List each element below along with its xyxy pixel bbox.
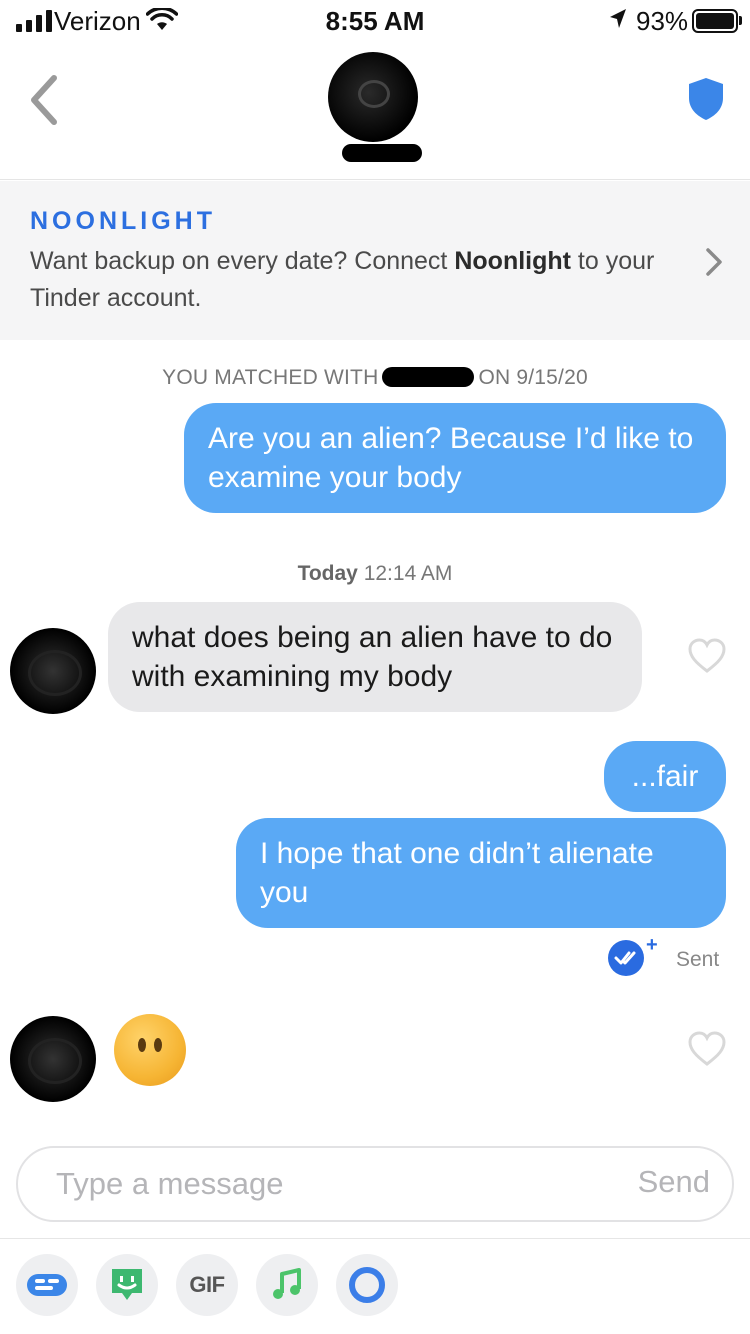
message-input[interactable] — [56, 1162, 596, 1206]
sent-status: + Sent — [608, 934, 738, 980]
noonlight-banner[interactable]: NOONLIGHT Want backup on every date? Con… — [0, 181, 750, 340]
like-heart-icon[interactable] — [687, 637, 727, 675]
like-heart-icon[interactable] — [687, 1030, 727, 1068]
redacted-name — [382, 367, 475, 387]
match-date-line: YOU MATCHED WITH ON 9/15/20 — [162, 366, 588, 389]
day-timestamp: Today 12:14 AM — [297, 562, 453, 585]
message-bubble-outgoing[interactable]: ...fair — [604, 741, 726, 812]
sender-avatar[interactable] — [10, 1016, 96, 1102]
message-bubble-outgoing[interactable]: I hope that one didn’t alienate you — [236, 818, 726, 928]
location-arrow-icon — [608, 8, 628, 35]
back-button[interactable] — [24, 72, 64, 128]
ring-icon — [349, 1267, 385, 1303]
face-without-mouth-emoji[interactable] — [114, 1014, 186, 1086]
shield-icon — [689, 78, 723, 120]
noonlight-logo: NOONLIGHT — [30, 207, 216, 235]
banner-message: Want backup on every date? Connect Noonl… — [30, 247, 655, 312]
sticker-icon — [112, 1269, 142, 1300]
music-button[interactable] — [256, 1254, 318, 1316]
read-receipt-icon[interactable] — [608, 940, 644, 976]
ring-button[interactable] — [336, 1254, 398, 1316]
status-bar: Verizon 8:55 AM 93% — [0, 0, 750, 42]
music-icon — [273, 1268, 301, 1299]
divider — [0, 1238, 750, 1239]
safety-shield-button[interactable] — [686, 76, 726, 122]
gif-icon: GIF — [189, 1272, 225, 1297]
message-bubble-incoming[interactable]: what does being an alien have to do with… — [108, 602, 642, 712]
sticker-button[interactable] — [96, 1254, 158, 1316]
chat-header — [0, 42, 750, 180]
chat-bubble-button[interactable] — [16, 1254, 78, 1316]
message-bubble-outgoing[interactable]: Are you an alien? Because I’d like to ex… — [184, 403, 726, 513]
chevron-left-icon — [31, 75, 57, 125]
match-name-redacted[interactable] — [342, 144, 422, 162]
sender-avatar[interactable] — [10, 628, 96, 714]
send-button[interactable]: Send — [638, 1164, 710, 1200]
message-composer: Send — [16, 1146, 734, 1222]
gif-button[interactable]: GIF — [176, 1254, 238, 1316]
chat-bubble-icon — [27, 1274, 67, 1296]
battery-percent: 93% — [636, 6, 689, 36]
chevron-right-icon — [704, 247, 724, 282]
match-avatar[interactable] — [328, 52, 418, 142]
battery-icon — [692, 9, 738, 33]
plus-icon: + — [646, 934, 658, 956]
sent-label: Sent — [676, 948, 720, 971]
